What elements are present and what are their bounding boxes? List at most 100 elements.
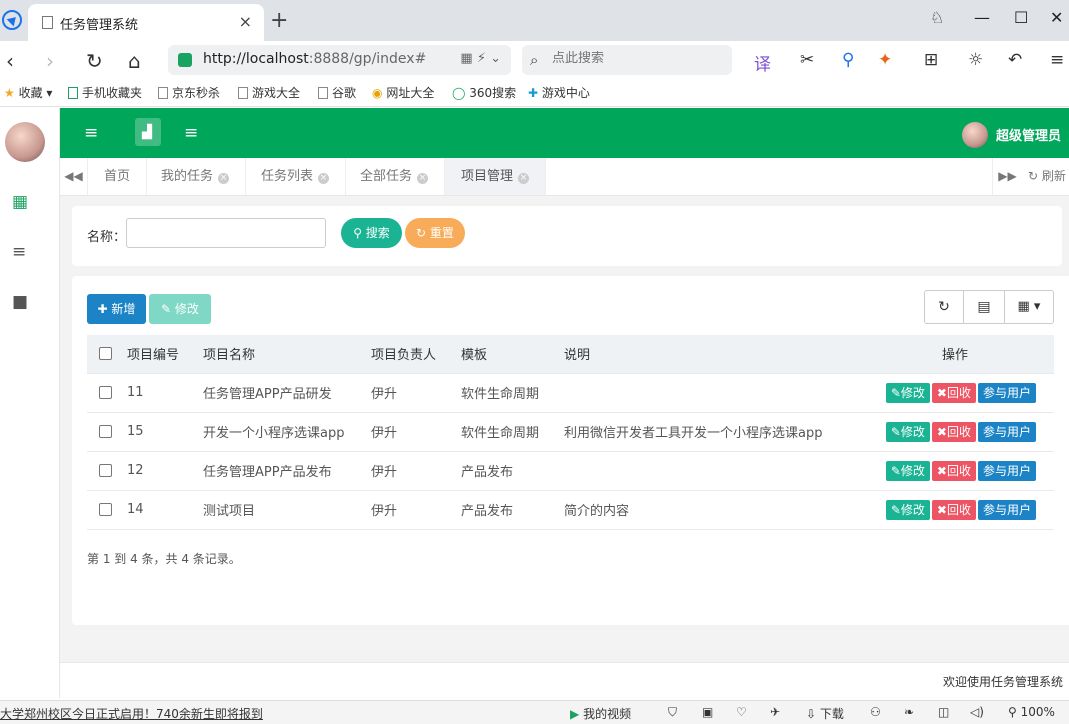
rocket-icon[interactable]: ✈	[770, 705, 780, 719]
url-tools-icon[interactable]: ▦ ⚡ ⌄	[460, 51, 501, 66]
col-project-id[interactable]: 项目编号	[127, 335, 203, 373]
list-icon[interactable]: ≡	[12, 242, 26, 262]
scissors-icon[interactable]: ✂	[800, 50, 814, 70]
magnifier-icon[interactable]: ⚲	[842, 50, 854, 70]
row-checkbox[interactable]	[99, 464, 112, 477]
row-checkbox[interactable]	[99, 425, 112, 438]
username[interactable]: 超级管理员	[996, 125, 1061, 144]
avatar[interactable]	[5, 122, 45, 162]
row-members-button[interactable]: 参与用户	[977, 460, 1036, 481]
close-tab-icon[interactable]: ×	[318, 173, 330, 184]
page-icon	[318, 87, 328, 99]
bookmark-item[interactable]: ◉ 网址大全	[372, 84, 434, 101]
minimize-icon[interactable]: —	[974, 8, 990, 27]
tabs-left-arrow-icon[interactable]: ◀◀	[60, 158, 88, 195]
download-link[interactable]: ⇩ 下载	[806, 705, 844, 722]
spy-icon[interactable]: ⚇	[870, 705, 881, 719]
row-edit-button[interactable]: ✎修改	[885, 421, 930, 442]
row-recycle-button[interactable]: ✖回收	[931, 499, 976, 520]
image-icon[interactable]: ▣	[702, 705, 713, 719]
forward-icon[interactable]: ›	[46, 49, 54, 73]
browser-search-box[interactable]: ⌕	[522, 45, 732, 75]
window-close-icon[interactable]: ✕	[1050, 8, 1063, 27]
bookmark-item[interactable]: 谷歌	[318, 84, 356, 101]
game-icon[interactable]: ✦	[878, 50, 892, 70]
refresh-tab-button[interactable]: ↻ 刷新	[1028, 158, 1066, 195]
table-row[interactable]: 12 任务管理APP产品发布 伊升 产品发布 ✎修改 ✖回收 参与用户	[87, 450, 1054, 490]
new-tab-icon[interactable]: +	[270, 8, 288, 33]
tab-task-list[interactable]: 任务列表 ×	[245, 158, 347, 195]
maximize-icon[interactable]: ☐	[1014, 8, 1028, 27]
browser-tab-bar: 任务管理系统 × + ♘ — ☐ ✕	[0, 0, 1069, 41]
bookmark-item[interactable]: 手机收藏夹	[68, 84, 142, 101]
leaf-icon[interactable]: ❧	[904, 705, 914, 719]
row-edit-button[interactable]: ✎修改	[885, 499, 930, 520]
col-project-name[interactable]: 项目名称	[203, 335, 371, 373]
zoom-control[interactable]: ⚲ 100%	[1008, 705, 1055, 719]
columns-icon[interactable]: ▦ ▾	[1005, 291, 1053, 323]
undo-icon[interactable]: ↶	[1008, 50, 1022, 70]
col-template[interactable]: 模板	[461, 335, 564, 373]
tabs-right-arrow-icon[interactable]: ▶▶	[992, 158, 1022, 195]
translate-icon[interactable]: 译	[754, 50, 771, 75]
bookmark-item[interactable]: ✚ 游戏中心	[528, 84, 590, 101]
edit-button[interactable]: ✎ 修改	[149, 294, 211, 324]
row-recycle-button[interactable]: ✖回收	[931, 460, 976, 481]
col-owner[interactable]: 项目负责人	[371, 335, 461, 373]
reset-button[interactable]: ↻ 重置	[405, 218, 465, 248]
table-row[interactable]: 15 开发一个小程序选课app 伊升 软件生命周期 利用微信开发者工具开发一个小…	[87, 411, 1054, 451]
tab-my-tasks[interactable]: 我的任务 ×	[145, 158, 247, 195]
tab-home[interactable]: 首页	[88, 158, 148, 195]
calendar-icon[interactable]: ▦	[12, 192, 28, 212]
row-edit-button[interactable]: ✎修改	[885, 460, 930, 481]
home-icon[interactable]: ⌂	[128, 49, 141, 73]
browser-search-input[interactable]	[552, 51, 722, 66]
menu-icon[interactable]: ≡	[1050, 50, 1064, 70]
row-recycle-button[interactable]: ✖回收	[931, 421, 976, 442]
video-icon[interactable]: ■	[12, 292, 28, 312]
health-icon[interactable]: ♡	[736, 705, 747, 719]
add-button[interactable]: ✚ 新增	[87, 294, 146, 324]
brightness-icon[interactable]: ☼	[968, 50, 983, 70]
news-link[interactable]: 大学郑州校区今日正式启用！740余新生即将报到	[0, 705, 263, 722]
row-recycle-button[interactable]: ✖回收	[931, 382, 976, 403]
close-tab-icon[interactable]: ×	[417, 173, 429, 184]
my-video-link[interactable]: ▶ 我的视频	[570, 705, 631, 722]
bookmark-item[interactable]: ◯ 360搜索	[452, 84, 516, 101]
bookmark-favorites[interactable]: ★ 收藏 ▾	[4, 84, 52, 101]
list-menu-icon[interactable]: ≡	[184, 123, 198, 143]
bookmark-item[interactable]: 京东秒杀	[158, 84, 220, 101]
name-input[interactable]	[126, 218, 326, 248]
close-tab-icon[interactable]: ×	[518, 173, 530, 184]
row-edit-button[interactable]: ✎修改	[885, 382, 930, 403]
search-button[interactable]: ⚲ 搜索	[341, 218, 402, 248]
window-icon[interactable]: ◫	[938, 705, 949, 719]
close-tab-icon[interactable]: ×	[239, 12, 252, 31]
row-checkbox[interactable]	[99, 386, 112, 399]
select-all-checkbox[interactable]	[99, 347, 112, 361]
apps-grid-icon[interactable]: ⊞	[924, 50, 938, 70]
volume-icon[interactable]: ◁)	[970, 705, 984, 719]
tab-project-management[interactable]: 项目管理 ×	[445, 158, 547, 195]
row-members-button[interactable]: 参与用户	[977, 421, 1036, 442]
url-field[interactable]: http://localhost:8888/gp/index# ▦ ⚡ ⌄	[168, 45, 511, 75]
back-icon[interactable]: ‹	[6, 49, 14, 73]
shield-icon[interactable]: ⛉	[668, 705, 677, 720]
row-members-button[interactable]: 参与用户	[977, 499, 1036, 520]
reload-icon[interactable]: ↻	[86, 49, 103, 73]
row-checkbox[interactable]	[99, 503, 112, 516]
browser-logo-icon[interactable]	[2, 10, 22, 30]
refresh-icon[interactable]: ↻	[925, 291, 963, 323]
menu-toggle-icon[interactable]: ≡	[84, 123, 98, 143]
browser-tab[interactable]: 任务管理系统 ×	[28, 4, 264, 41]
table-row[interactable]: 11 任务管理APP产品研发 伊升 软件生命周期 ✎修改 ✖回收 参与用户	[87, 372, 1054, 412]
row-members-button[interactable]: 参与用户	[977, 382, 1036, 403]
close-tab-icon[interactable]: ×	[218, 173, 230, 184]
user-avatar[interactable]	[962, 122, 988, 148]
toggle-view-icon[interactable]: ▤	[964, 291, 1004, 323]
tab-all-tasks[interactable]: 全部任务 ×	[344, 158, 446, 195]
bookmark-item[interactable]: 游戏大全	[238, 84, 300, 101]
skin-icon[interactable]: ♘	[930, 8, 944, 27]
table-row[interactable]: 14 测试项目 伊升 产品发布 简介的内容 ✎修改 ✖回收 参与用户	[87, 489, 1054, 530]
col-description[interactable]: 说明	[564, 335, 834, 373]
